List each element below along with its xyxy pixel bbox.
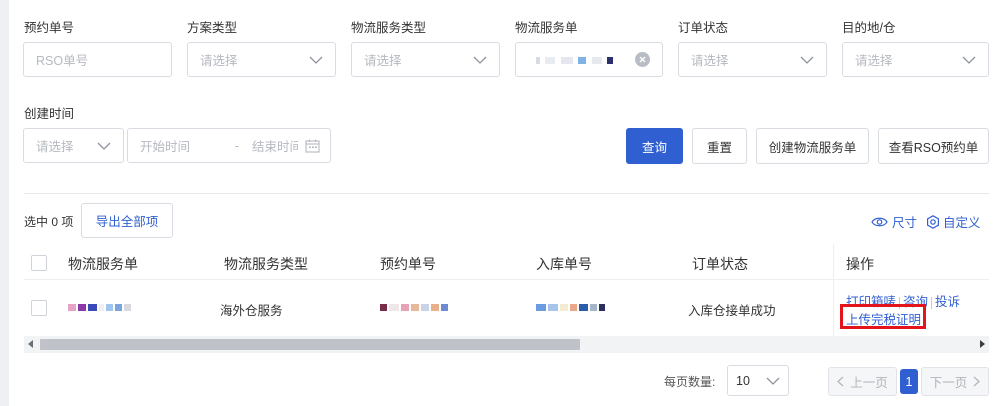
op-separator [931,296,933,309]
table-cell-inbound-number [536,300,607,314]
eye-icon [871,217,888,226]
next-page-button[interactable]: 下一页 [921,367,989,396]
table-cell-logistics-order [68,300,133,314]
logistics-service-type-label: 物流服务类型 [351,21,427,35]
calendar-icon [305,139,320,153]
plan-type-select[interactable]: 请选择 [187,42,336,77]
start-time-input[interactable]: 开始时间 [140,136,226,155]
horizontal-scrollbar[interactable] [24,336,989,353]
column-header-order-status: 订单状态 [692,256,748,272]
column-header-inbound-number: 入库单号 [536,256,592,272]
destination-label: 目的地/仓 [842,21,896,35]
logistics-service-order-label: 物流服务单 [515,21,578,35]
date-range-picker[interactable]: 开始时间 - 结束时间 [127,128,331,163]
customize-columns-button[interactable]: 自定义列 [926,212,980,231]
left-rail [0,0,9,406]
range-separator: - [234,138,240,153]
selected-count: 选中 0 项 [24,215,74,229]
column-header-rso-number: 预约单号 [380,256,436,272]
current-page-button[interactable]: 1 [900,369,918,394]
rso-number-input[interactable]: RSO单号 [23,42,172,77]
select-all-checkbox[interactable] [31,255,47,271]
page-size-value: 10 [736,373,750,388]
table-cell-order-status: 入库仓接单成功 [688,304,776,318]
next-page-label: 下一页 [929,376,968,390]
scrollbar-thumb[interactable] [40,339,580,350]
chevron-down-icon [309,56,323,64]
chevron-down-icon [800,56,814,64]
prev-page-label: 上一页 [850,376,888,390]
order-status-select[interactable]: 请选择 [678,42,827,77]
chevron-down-icon [473,56,487,64]
order-status-label: 订单状态 [678,21,729,35]
scroll-right-arrow-icon[interactable] [980,340,985,348]
logistics-service-order-input[interactable] [515,42,663,77]
reset-button[interactable]: 重置 [692,128,747,164]
rso-number-label: 预约单号 [24,21,75,35]
column-header-logistics-type: 物流服务类型 [224,256,308,272]
highlight-annotation-box [840,304,926,329]
column-header-operations: 操作 [846,256,874,272]
operations-column-edge [833,244,834,336]
plan-type-placeholder: 请选择 [200,54,238,68]
prev-page-button[interactable]: 上一页 [828,367,897,396]
table-cell-logistics-type: 海外仓服务 [220,304,283,318]
create-logistics-order-button[interactable]: 创建物流服务单 [756,128,869,164]
view-rso-button[interactable]: 查看RSO预约单 [878,128,989,164]
row-checkbox[interactable] [31,300,47,316]
destination-placeholder: 请选择 [855,54,893,68]
filter-divider [24,193,989,194]
scroll-left-arrow-icon[interactable] [28,340,33,348]
logistics-service-type-placeholder: 请选择 [364,54,402,68]
order-status-placeholder: 请选择 [691,54,729,68]
size-label: 尺寸 [892,216,918,230]
column-header-logistics-order: 物流服务单 [68,256,138,272]
customize-columns-label: 自定义列 [943,216,980,230]
size-button[interactable]: 尺寸 [871,212,917,231]
chevron-down-icon [97,142,111,150]
table-cell-rso-number [380,300,450,314]
page-size-label: 每页数量: [664,375,716,389]
chevron-down-icon [962,56,976,64]
complain-link[interactable]: 投诉 [935,295,960,309]
created-time-type-select[interactable]: 请选择 [23,128,124,163]
export-all-button[interactable]: 导出全部项 [81,203,173,238]
destination-select[interactable]: 请选择 [842,42,989,77]
end-time-input[interactable]: 结束时间 [252,136,298,155]
clear-icon[interactable] [635,52,650,67]
created-time-label: 创建时间 [24,107,75,121]
page-size-select[interactable]: 10 [727,365,789,396]
created-time-type-placeholder: 请选择 [36,140,74,154]
chevron-right-icon [973,376,981,387]
logistics-service-type-select[interactable]: 请选择 [351,42,500,77]
query-button[interactable]: 查询 [626,128,683,164]
chevron-down-icon [766,377,780,385]
chevron-left-icon [837,376,844,387]
redacted-value [528,53,635,67]
header-divider [24,279,989,280]
plan-type-label: 方案类型 [187,21,238,35]
rso-number-placeholder: RSO单号 [36,54,89,68]
gear-icon [927,214,939,229]
